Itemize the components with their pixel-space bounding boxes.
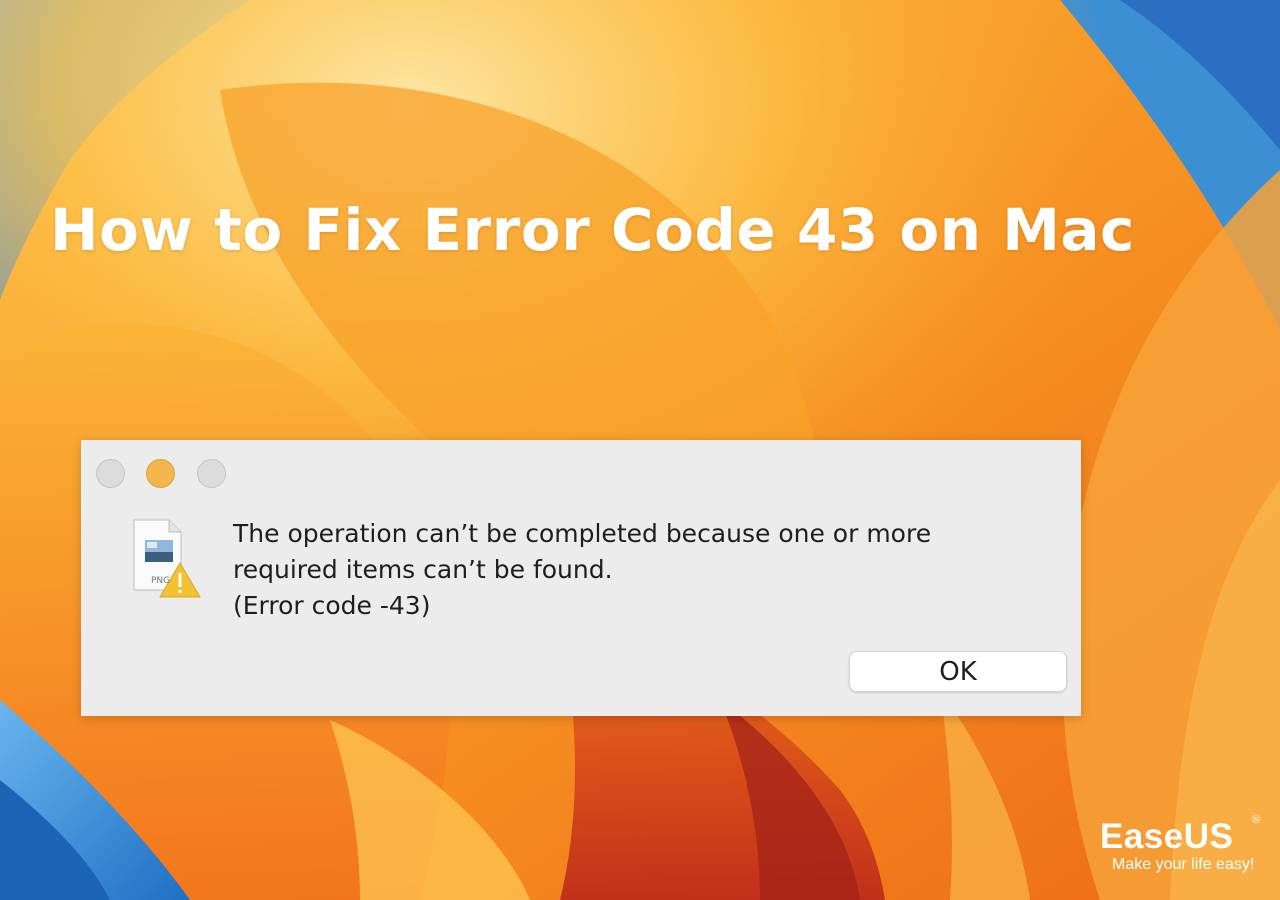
error-dialog: PNG The operation can’t be completed bec… bbox=[81, 440, 1081, 716]
window-minimize-button[interactable] bbox=[146, 459, 175, 488]
error-message-line-1: The operation can’t be completed because… bbox=[233, 519, 932, 548]
file-type-label: PNG bbox=[151, 576, 171, 586]
window-close-button[interactable] bbox=[96, 459, 125, 488]
error-message-line-2: required items can’t be found. bbox=[233, 555, 613, 584]
easeus-logo: EaseUS ® Make your life easy! bbox=[1100, 814, 1270, 874]
png-file-warning-icon: PNG bbox=[131, 518, 203, 600]
registered-mark: ® bbox=[1252, 814, 1261, 826]
brand-name: EaseUS bbox=[1100, 817, 1234, 856]
window-zoom-button[interactable] bbox=[197, 459, 226, 488]
ok-button[interactable]: OK bbox=[849, 651, 1067, 692]
error-message: The operation can’t be completed because… bbox=[233, 516, 1033, 624]
brand-tagline: Make your life easy! bbox=[1112, 856, 1255, 873]
error-code-line: (Error code -43) bbox=[233, 591, 431, 620]
page-title: How to Fix Error Code 43 on Mac bbox=[50, 196, 1135, 264]
